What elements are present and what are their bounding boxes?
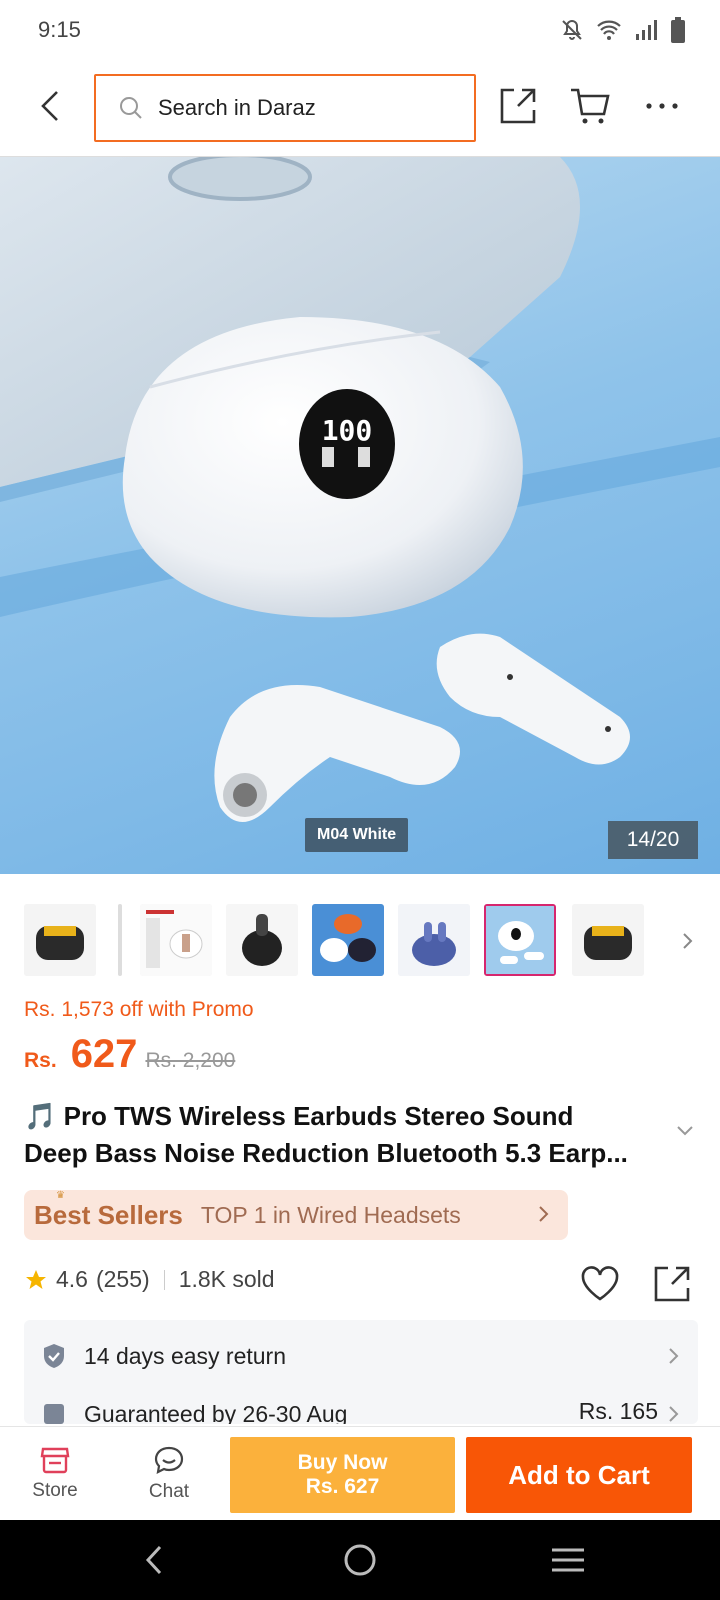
buy-now-label: Buy Now bbox=[297, 1451, 388, 1474]
more-button[interactable] bbox=[640, 84, 684, 128]
battery-icon bbox=[671, 17, 685, 43]
price-currency: Rs. bbox=[24, 1049, 57, 1072]
chat-icon bbox=[154, 1446, 184, 1474]
product-image[interactable]: 100 bbox=[0, 157, 720, 874]
system-nav-bar bbox=[0, 1520, 720, 1600]
top-nav: Search in Daraz bbox=[0, 62, 720, 154]
delivery-fee: Rs. 165 bbox=[578, 1398, 658, 1424]
status-bar: 9:15 bbox=[0, 0, 720, 60]
wifi-icon bbox=[597, 20, 621, 40]
store-label: Store bbox=[32, 1480, 78, 1501]
thumbnail-3[interactable] bbox=[226, 904, 298, 976]
thumbnail-1[interactable] bbox=[24, 904, 96, 976]
image-counter: 14/20 bbox=[608, 821, 698, 859]
system-back-button[interactable] bbox=[124, 1540, 184, 1580]
rating-separator bbox=[163, 1269, 165, 1290]
mute-icon bbox=[562, 19, 582, 40]
crown-icon: ♛ bbox=[56, 1189, 65, 1201]
thumbnail-divider bbox=[118, 904, 122, 976]
chat-button[interactable]: Chat bbox=[124, 1427, 214, 1521]
chevron-right-icon bbox=[683, 933, 693, 949]
home-icon bbox=[344, 1544, 376, 1576]
svg-text:100: 100 bbox=[322, 414, 373, 447]
chevron-right-icon bbox=[669, 1406, 679, 1422]
star-icon bbox=[26, 1269, 46, 1289]
wishlist-button[interactable] bbox=[578, 1262, 622, 1306]
search-placeholder: Search in Daraz bbox=[158, 95, 316, 120]
price-original: Rs. 2,200 bbox=[145, 1049, 236, 1072]
rating-count: (255) bbox=[95, 1266, 150, 1292]
easy-return-text: 14 days easy return bbox=[84, 1342, 287, 1369]
thumbnail-2[interactable] bbox=[140, 904, 212, 976]
services-panel: 14 days easy return Guaranteed by 26-30 … bbox=[24, 1320, 698, 1424]
product-title-line1: 🎵 Pro TWS Wireless Earbuds Stereo Sound bbox=[24, 1101, 574, 1131]
chat-label: Chat bbox=[148, 1481, 190, 1502]
menu-icon bbox=[552, 1548, 584, 1572]
share-product-button[interactable] bbox=[650, 1262, 694, 1306]
delivery-text: Guaranteed by 26-30 Aug bbox=[84, 1400, 348, 1425]
earbuds-photo: 100 bbox=[0, 157, 720, 822]
chevron-down-icon bbox=[677, 1126, 693, 1136]
cart-icon bbox=[571, 88, 610, 124]
sold-count: 1.8K sold bbox=[178, 1266, 275, 1292]
shield-check-icon bbox=[44, 1344, 64, 1368]
best-sellers-label: Best Sellers bbox=[34, 1199, 183, 1230]
thumbnails-next-button[interactable] bbox=[676, 926, 700, 956]
product-title-line2: Deep Bass Noise Reduction Bluetooth 5.3 … bbox=[24, 1138, 628, 1168]
buy-now-price: Rs. 627 bbox=[305, 1475, 380, 1498]
back-icon bbox=[145, 1545, 162, 1575]
share-icon bbox=[500, 88, 536, 124]
share-button[interactable] bbox=[496, 84, 540, 128]
system-home-button[interactable] bbox=[330, 1540, 390, 1580]
best-sellers-rank: TOP 1 in Wired Headsets bbox=[200, 1201, 461, 1228]
best-sellers-banner[interactable]: ♛ Best Sellers TOP 1 in Wired Headsets bbox=[24, 1190, 568, 1240]
heart-icon bbox=[581, 1266, 619, 1301]
system-recents-button[interactable] bbox=[538, 1540, 598, 1580]
price-row: Rs. 627 Rs. 2,200 bbox=[24, 1032, 235, 1077]
thumbnail-5[interactable] bbox=[398, 904, 470, 976]
promo-discount: Rs. 1,573 off with Promo bbox=[24, 998, 254, 1021]
back-button[interactable] bbox=[32, 86, 68, 126]
rating-value: 4.6 bbox=[56, 1266, 88, 1292]
status-time: 9:15 bbox=[38, 17, 81, 42]
easy-return-row[interactable]: 14 days easy return bbox=[24, 1326, 698, 1386]
store-button[interactable]: Store bbox=[10, 1427, 100, 1521]
thumbnail-4[interactable] bbox=[312, 904, 384, 976]
cart-button[interactable] bbox=[568, 84, 612, 128]
variant-label: M04 White bbox=[305, 818, 409, 852]
delivery-row[interactable]: Guaranteed by 26-30 Aug Rs. 165 bbox=[24, 1384, 698, 1424]
signal-icon bbox=[636, 20, 657, 40]
delivery-icon bbox=[44, 1404, 64, 1424]
expand-title-button[interactable] bbox=[676, 1124, 694, 1142]
store-icon bbox=[40, 1447, 70, 1474]
chevron-right-icon bbox=[669, 1348, 679, 1364]
action-bar: Store Chat Buy Now Rs. 627 Add to Cart bbox=[0, 1426, 720, 1520]
best-sellers-title: ♛ Best Sellers bbox=[34, 1190, 183, 1231]
thumbnail-6-selected[interactable] bbox=[484, 904, 556, 976]
status-icons bbox=[560, 17, 686, 43]
share-icon bbox=[654, 1266, 690, 1302]
price-current: 627 bbox=[70, 1032, 138, 1076]
thumbnail-7[interactable] bbox=[572, 904, 644, 976]
rating-row[interactable]: 4.6 (255) 1.8K sold bbox=[24, 1266, 275, 1293]
search-icon bbox=[120, 97, 142, 119]
chevron-right-icon bbox=[539, 1206, 549, 1222]
search-input[interactable]: Search in Daraz bbox=[94, 74, 476, 142]
product-title[interactable]: 🎵 Pro TWS Wireless Earbuds Stereo Sound … bbox=[24, 1098, 664, 1172]
thumbnail-strip bbox=[0, 900, 720, 980]
chevron-left-icon bbox=[41, 91, 58, 121]
buy-now-button[interactable]: Buy Now Rs. 627 bbox=[230, 1437, 455, 1513]
more-icon bbox=[646, 103, 678, 109]
add-to-cart-button[interactable]: Add to Cart bbox=[466, 1437, 692, 1513]
